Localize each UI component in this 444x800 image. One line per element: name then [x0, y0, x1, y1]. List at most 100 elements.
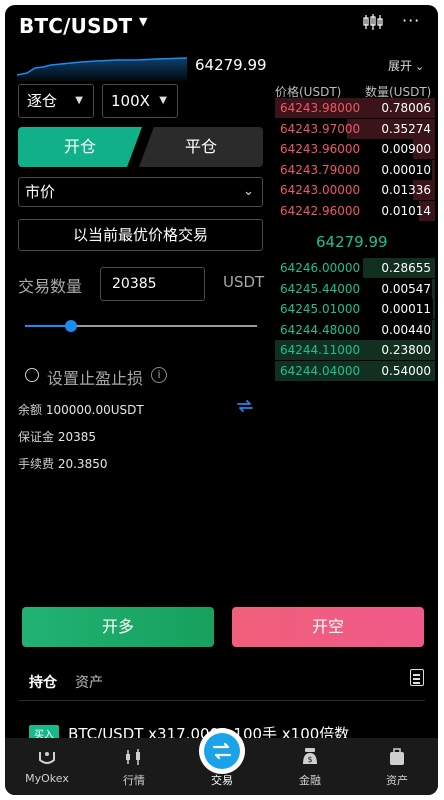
best-price-button[interactable]: 以当前最优价格交易	[18, 219, 263, 251]
orderbook-qty: 0.01336	[381, 183, 431, 197]
fee-label: 手续费	[18, 457, 55, 471]
pair-selector[interactable]: BTC/USDT	[19, 14, 132, 38]
orderbook-row[interactable]: 64244.48000 0.00440	[275, 319, 435, 340]
fee-value: 20.3850	[57, 457, 108, 471]
chevron-down-icon: ⌄	[415, 60, 425, 73]
orderbook-price: 64245.44000	[280, 281, 361, 296]
transfer-icon[interactable]	[235, 398, 255, 414]
trade-icon[interactable]	[204, 733, 240, 769]
more-icon[interactable]: ···	[402, 11, 420, 30]
tpsl-label[interactable]: 设置止盈止损	[47, 365, 143, 389]
tab-assets[interactable]: 资产	[75, 672, 103, 692]
orderbook-price: 64246.00000	[280, 261, 361, 275]
assets-icon	[367, 738, 427, 772]
orderbook-qty: 0.00010	[381, 162, 431, 177]
orderbook-qty: 0.00011	[381, 302, 431, 316]
nav-item-market[interactable]: 行情	[104, 738, 164, 788]
open-short-button[interactable]: 开空	[232, 607, 424, 647]
caret-down-icon: ▼	[75, 95, 83, 106]
myokex-icon	[17, 738, 77, 772]
orderbook-row[interactable]: 64243.98000 0.78006	[275, 98, 435, 118]
chevron-down-icon[interactable]: ▼	[139, 15, 147, 28]
svg-text:$: $	[307, 755, 312, 764]
mini-chart-price: 64279.99	[195, 56, 267, 74]
orderbook-qty: 0.35274	[381, 121, 431, 136]
orderbook-row[interactable]: 64245.44000 0.00547	[275, 278, 435, 299]
orderbook-row[interactable]: 64243.96000 0.00900	[275, 139, 435, 159]
depth-bar	[432, 278, 435, 299]
nav-item-assets[interactable]: 资产	[367, 738, 427, 788]
candlestick-icon[interactable]	[363, 13, 383, 31]
chevron-down-icon: ⌄	[243, 184, 254, 199]
tpsl-radio[interactable]	[25, 368, 39, 382]
fee-line: 手续费 20.3850	[18, 455, 107, 472]
nav-item-myokex[interactable]: MyOkex	[17, 738, 77, 785]
nav-label: 交易	[211, 774, 233, 787]
slider-handle[interactable]	[65, 320, 77, 332]
orderbook-qty: 0.23800	[381, 343, 431, 357]
order-type-value: 市价	[25, 183, 56, 201]
margin-value: 20385	[57, 430, 97, 444]
orderbook-expand-button[interactable]: 展开 ⌄	[388, 57, 424, 74]
orderbook-price: 64242.96000	[280, 203, 361, 218]
orderbook-mid-price: 64279.99	[316, 233, 388, 251]
orderbook-price: 64244.48000	[280, 322, 361, 337]
leverage-value: 100X	[111, 92, 150, 110]
nav-item-finance[interactable]: $ 金融	[280, 738, 340, 788]
finance-icon: $	[280, 738, 340, 772]
open-long-button[interactable]: 开多	[22, 607, 214, 647]
balance-label: 余额	[18, 403, 43, 417]
balance-line: 余额 100000.00USDT	[18, 401, 144, 418]
tab-open-position[interactable]: 开仓	[18, 127, 142, 167]
orderbook-row[interactable]: 64243.97000 0.35274	[275, 118, 435, 139]
depth-bar	[432, 159, 435, 180]
orderbook-qty: 0.54000	[381, 363, 431, 378]
orderbook-qty: 0.78006	[381, 101, 431, 115]
order-history-icon[interactable]	[410, 669, 424, 686]
tab-close-position[interactable]: 平仓	[139, 127, 263, 167]
orderbook-price: 64243.96000	[280, 142, 361, 156]
quantity-slider[interactable]	[25, 325, 257, 327]
nav-label: 金融	[299, 774, 321, 787]
nav-label: MyOkex	[25, 772, 69, 785]
orderbook-qty: 0.01014	[381, 203, 431, 218]
margin-line: 保证金 20385	[18, 428, 96, 445]
divider	[18, 700, 425, 701]
app-screen: BTC/USDT ▼ ··· 64279.99 逐仓 ▼ 100X ▼ 开仓 平…	[5, 5, 438, 795]
tab-positions[interactable]: 持仓	[29, 672, 57, 692]
orderbook-row[interactable]: 64245.01000 0.00011	[275, 299, 435, 319]
orderbook-price: 64243.79000	[280, 162, 361, 177]
nav-label: 资产	[386, 774, 408, 787]
depth-bar	[433, 299, 435, 319]
margin-label: 保证金	[18, 430, 55, 444]
quantity-unit: USDT	[223, 273, 265, 291]
market-icon	[104, 738, 164, 772]
orderbook-price: 64245.01000	[280, 302, 361, 316]
orderbook-row[interactable]: 64246.00000 0.28655	[275, 258, 435, 278]
leverage-select[interactable]: 100X ▼	[102, 84, 178, 118]
orderbook-price: 64244.04000	[280, 363, 361, 378]
info-icon[interactable]: i	[151, 367, 167, 383]
orderbook-price: 64244.11000	[280, 343, 361, 357]
orderbook-row[interactable]: 64243.79000 0.00010	[275, 159, 435, 180]
orderbook-qty: 0.28655	[381, 261, 431, 275]
orderbook-price: 64243.97000	[280, 121, 361, 136]
mini-price-chart	[17, 57, 187, 81]
orderbook-price: 64243.98000	[280, 101, 361, 115]
order-type-select[interactable]: 市价 ⌄	[18, 177, 263, 207]
orderbook-qty: 0.00900	[381, 142, 431, 156]
orderbook-qty: 0.00440	[381, 322, 431, 337]
quantity-input[interactable]: 20385	[100, 267, 205, 301]
caret-down-icon: ▼	[159, 95, 167, 106]
orderbook-row[interactable]: 64244.11000 0.23800	[275, 340, 435, 360]
balance-value: 100000.00USDT	[45, 403, 144, 417]
quantity-label: 交易数量	[18, 277, 83, 296]
orderbook-row[interactable]: 64243.00000 0.01336	[275, 180, 435, 200]
depth-bar	[432, 319, 435, 340]
orderbook-row[interactable]: 64242.96000 0.01014	[275, 200, 435, 221]
margin-mode-select[interactable]: 逐仓 ▼	[18, 84, 94, 118]
nav-label: 行情	[123, 774, 145, 787]
margin-mode-value: 逐仓	[27, 92, 58, 110]
orderbook-row[interactable]: 64244.04000 0.54000	[275, 360, 435, 381]
orderbook-price: 64243.00000	[280, 183, 361, 197]
